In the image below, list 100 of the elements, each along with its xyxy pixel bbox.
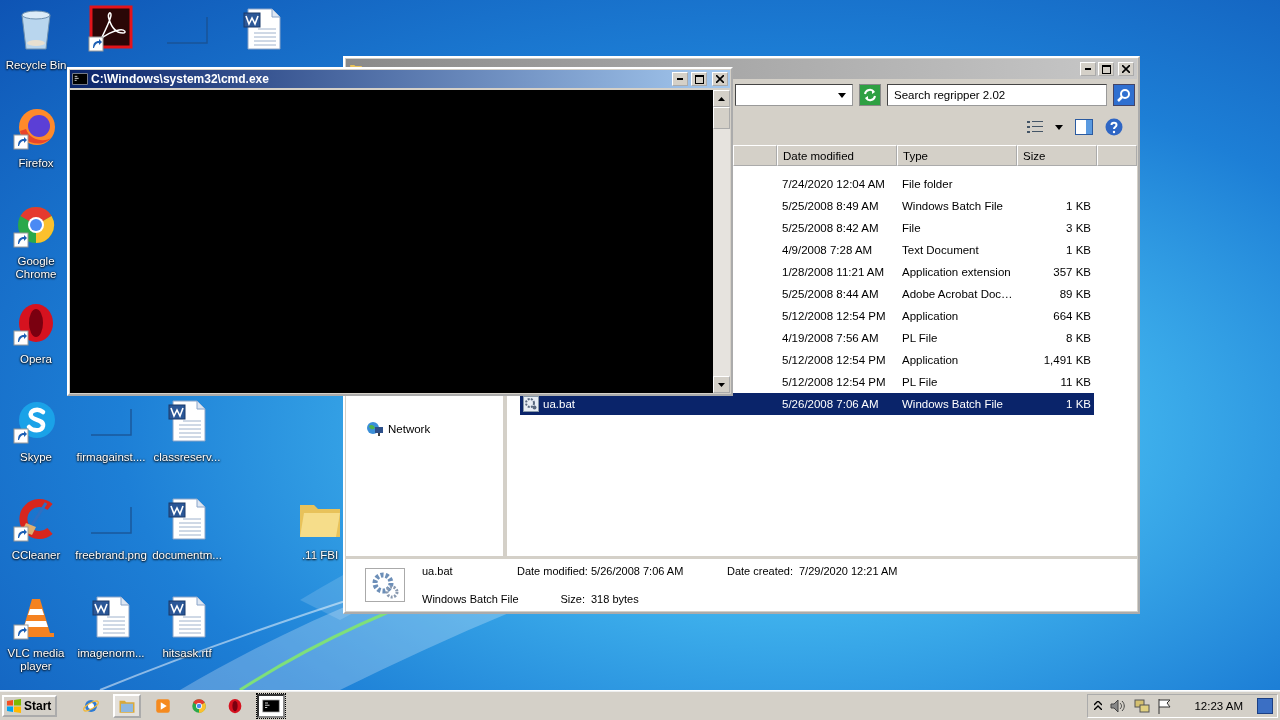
list-view-icon xyxy=(1027,121,1043,133)
desktop-icon-label[interactable]: Opera xyxy=(20,353,52,366)
desktop-icon-label[interactable]: firmagainst.... xyxy=(76,451,146,464)
dropdown-arrow-icon xyxy=(838,92,846,98)
maximize-icon xyxy=(694,74,704,84)
minimize-icon xyxy=(1085,68,1091,70)
column-header[interactable]: Date modified xyxy=(777,145,897,166)
start-button[interactable]: Start xyxy=(2,694,58,717)
field-label: Date modified: xyxy=(517,565,589,577)
date-cell-text: 5/12/2008 12:54 PM xyxy=(781,310,887,322)
file-name: ua.bat xyxy=(422,565,454,577)
help-button[interactable] xyxy=(1105,118,1123,136)
desktop-icon-label[interactable]: freebrand.png xyxy=(75,549,147,562)
date-cell-text: 5/25/2008 8:42 AM xyxy=(781,222,880,234)
file-row[interactable]: 4/9/2008 7:28 AM Text Document 1 KB xyxy=(777,239,1094,261)
window-title: C:\Windows\system32\cmd.exe xyxy=(91,72,270,86)
scrollbar[interactable] xyxy=(713,90,730,393)
file-type: Windows Batch File xyxy=(422,593,517,605)
type-cell-text: File xyxy=(901,222,922,234)
file-row[interactable]: ua.bat 5/26/2008 7:06 AM Windows Batch File 1 KB xyxy=(520,393,1094,415)
size-cell: 3 KB xyxy=(1066,222,1091,234)
flag-icon[interactable] xyxy=(1158,697,1173,714)
file-row[interactable]: 5/12/2008 12:54 PM Application 664 KB xyxy=(777,305,1094,327)
desktop-icon-label[interactable]: documentm... xyxy=(152,549,222,562)
file-row[interactable]: 7/24/2020 12:04 AM File folder xyxy=(777,173,1094,195)
field-value: 7/29/2020 12:21 AM xyxy=(799,565,899,577)
network-icon xyxy=(366,421,384,437)
size-cell: 1,491 KB xyxy=(1043,354,1091,366)
desktop-icon-label[interactable]: Recycle Bin xyxy=(5,59,67,72)
minimize-button[interactable] xyxy=(1080,62,1096,76)
type-cell-text: Application xyxy=(901,310,960,322)
address-field[interactable] xyxy=(735,84,853,106)
terminal-icon xyxy=(72,71,88,87)
desktop-icon-label[interactable]: CCleaner xyxy=(11,549,61,562)
field-value: 5/26/2008 7:06 AM xyxy=(591,565,685,577)
speaker-icon[interactable] xyxy=(1110,698,1127,713)
date-cell-text: 1/28/2008 11:21 AM xyxy=(781,266,886,278)
type-cell-text: PL File xyxy=(901,376,939,388)
desktop-icon-label[interactable]: Firefox xyxy=(18,157,54,170)
file-row[interactable]: 5/25/2008 8:44 AM Adobe Acrobat Doc… 89 KB xyxy=(777,283,1094,305)
column-header[interactable]: Type xyxy=(897,145,1017,166)
browser-icon xyxy=(190,696,209,715)
maximize-button[interactable] xyxy=(691,72,707,86)
minimize-button[interactable] xyxy=(672,72,688,86)
network-icon[interactable] xyxy=(1134,697,1151,714)
nav-item[interactable]: Network xyxy=(366,421,431,437)
desktop-icon-label[interactable]: hitsask.rtf xyxy=(162,647,212,660)
refresh-button[interactable] xyxy=(859,84,881,106)
size-cell: 664 KB xyxy=(1053,310,1091,322)
file-row[interactable]: 5/25/2008 8:49 AM Windows Batch File 1 KB xyxy=(777,195,1094,217)
date-cell-text: 4/19/2008 7:56 AM xyxy=(781,332,880,344)
desktop-icon-label[interactable]: Google Chrome xyxy=(1,255,71,281)
date-cell-text: 5/26/2008 7:06 AM xyxy=(781,398,880,410)
date-cell-text: 5/12/2008 12:54 PM xyxy=(781,354,887,366)
type-cell-text: Windows Batch File xyxy=(901,398,1004,410)
field-label: Size: xyxy=(559,593,586,605)
size-cell: 1 KB xyxy=(1066,244,1091,256)
desktop-icon-label[interactable]: imagenorm... xyxy=(77,647,145,660)
chevron-up-icon[interactable] xyxy=(1094,701,1103,710)
search-icon xyxy=(1117,88,1131,102)
caret-icon xyxy=(1055,124,1063,130)
type-cell-text: File folder xyxy=(901,178,954,190)
show-desktop-button[interactable] xyxy=(1257,697,1273,714)
desktop-icon-label[interactable]: Skype xyxy=(20,451,52,464)
size-cell: 8 KB xyxy=(1066,332,1091,344)
desktop-icon-label[interactable]: VLC media player xyxy=(1,647,71,673)
size-cell: 1 KB xyxy=(1066,200,1091,212)
column-header[interactable]: Size xyxy=(1017,145,1097,166)
close-icon xyxy=(716,75,724,83)
file-row[interactable]: 5/12/2008 12:54 PM Application 1,491 KB xyxy=(777,349,1094,371)
close-button[interactable] xyxy=(712,72,728,86)
file-row[interactable]: 1/28/2008 11:21 AM Application extension 357 KB xyxy=(777,261,1094,283)
scroll-thumb[interactable] xyxy=(713,107,730,129)
type-cell-text: Windows Batch File xyxy=(901,200,1004,212)
date-cell-text: 5/12/2008 12:54 PM xyxy=(781,376,887,388)
play-icon xyxy=(154,696,173,715)
help-icon xyxy=(1105,118,1123,136)
gear-file-icon xyxy=(523,396,539,412)
dropdown-button[interactable] xyxy=(1055,124,1063,130)
scroll-down-button[interactable] xyxy=(713,376,730,393)
flag-logo-icon xyxy=(6,697,22,714)
size-cell: 1 KB xyxy=(1066,398,1091,410)
date-cell-text: 5/25/2008 8:44 AM xyxy=(781,288,880,300)
arrow-down-icon xyxy=(718,382,725,387)
scroll-up-button[interactable] xyxy=(713,90,730,107)
arrow-up-icon xyxy=(718,96,725,101)
taskbar-button[interactable] xyxy=(257,693,286,718)
clock[interactable]: 12:23 AM xyxy=(1194,699,1243,712)
search-button[interactable] xyxy=(1113,84,1135,106)
file-row[interactable]: 5/25/2008 8:42 AM File 3 KB xyxy=(777,217,1094,239)
maximize-button[interactable] xyxy=(1098,62,1114,76)
search-field[interactable]: Search regripper 2.02 xyxy=(887,84,1107,106)
field-value: 318 bytes xyxy=(591,593,640,605)
desktop-icon-label[interactable]: classreserv... xyxy=(153,451,221,464)
file-row[interactable]: 5/12/2008 12:54 PM PL File 11 KB xyxy=(777,371,1094,393)
preview-pane-button[interactable] xyxy=(1075,119,1093,135)
field-label: Date created: xyxy=(727,565,795,577)
view-options-button[interactable] xyxy=(1027,121,1043,133)
close-button[interactable] xyxy=(1118,62,1134,76)
file-row[interactable]: 4/19/2008 7:56 AM PL File 8 KB xyxy=(777,327,1094,349)
